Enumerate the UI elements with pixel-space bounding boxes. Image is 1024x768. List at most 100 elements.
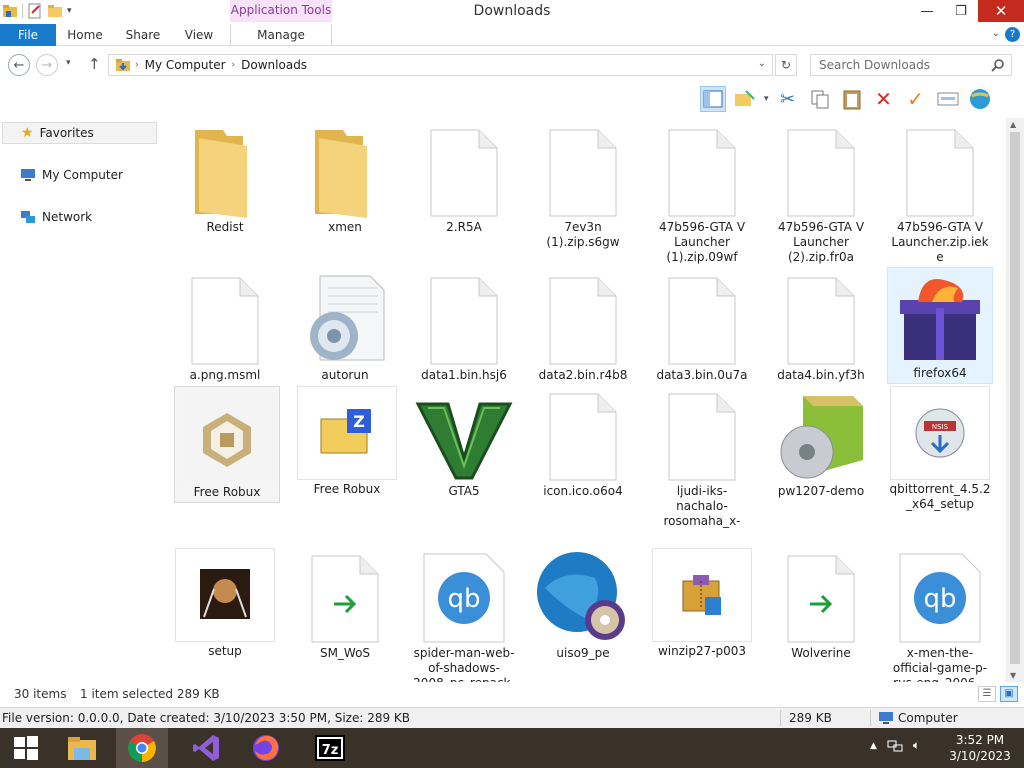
taskbar-visual-studio[interactable] bbox=[180, 728, 232, 768]
show-hidden-icons-chevron-icon[interactable]: ▲ bbox=[870, 741, 877, 751]
breadcrumb-separator-icon: › bbox=[135, 60, 139, 70]
file-item[interactable]: icon.ico.o6o4 bbox=[530, 386, 636, 501]
taskbar-chrome[interactable] bbox=[116, 728, 168, 768]
expand-ribbon-chevron-icon[interactable]: ⌄ bbox=[992, 28, 1000, 39]
recent-locations-chevron-icon[interactable]: ▾ bbox=[66, 58, 71, 68]
tab-file[interactable]: File bbox=[0, 24, 56, 46]
blank-file-icon bbox=[668, 393, 736, 481]
blank-file-icon bbox=[430, 129, 498, 217]
nav-my-computer[interactable]: My Computer bbox=[2, 164, 157, 186]
vertical-scrollbar[interactable]: ▲ ▼ bbox=[1006, 118, 1024, 682]
app-folder-icon[interactable] bbox=[2, 3, 18, 19]
details-view-icon[interactable]: ☰ bbox=[978, 686, 996, 702]
taskbar-firefox[interactable] bbox=[240, 728, 292, 768]
file-item[interactable]: pw1207-demo bbox=[768, 386, 874, 501]
file-item[interactable]: 2.R5A bbox=[411, 122, 517, 237]
refresh-button[interactable]: ↻ bbox=[775, 54, 797, 76]
file-item[interactable]: qb spider-man-web-of-shadows-2008_pc_rep… bbox=[411, 548, 517, 682]
paste-button[interactable] bbox=[839, 86, 865, 112]
file-item[interactable]: Wolverine bbox=[768, 548, 874, 663]
file-item[interactable]: autorun bbox=[292, 270, 398, 385]
file-label: xmen bbox=[328, 220, 362, 234]
up-arrow-icon[interactable]: ↑ bbox=[88, 55, 101, 73]
forward-button[interactable]: → bbox=[36, 54, 58, 76]
blank-file-icon bbox=[668, 129, 736, 217]
file-item[interactable]: Free Robux bbox=[174, 386, 280, 503]
file-item[interactable]: winzip27-p003 bbox=[649, 548, 755, 661]
start-button[interactable] bbox=[0, 728, 52, 768]
file-label: 47b596-GTA V Launcher (2).zip.fr0a bbox=[777, 220, 865, 264]
file-item[interactable]: setup bbox=[172, 548, 278, 661]
file-item[interactable]: SM_WoS bbox=[292, 548, 398, 663]
taskbar-7zip[interactable]: 7z bbox=[304, 728, 356, 768]
scroll-up-arrow-icon[interactable]: ▲ bbox=[1010, 120, 1016, 129]
customize-toolbar-chevron-icon[interactable]: ▾ bbox=[67, 6, 72, 16]
tab-home[interactable]: Home bbox=[60, 24, 110, 46]
select-button[interactable]: ✓ bbox=[903, 86, 929, 112]
new-folder-icon[interactable] bbox=[47, 3, 63, 19]
window-title: Downloads bbox=[473, 3, 551, 19]
folder-options-chevron-icon[interactable]: ▾ bbox=[764, 94, 769, 104]
file-explorer-icon bbox=[68, 737, 96, 760]
help-icon[interactable]: ? bbox=[1005, 27, 1020, 42]
preview-pane-button[interactable] bbox=[700, 86, 726, 112]
minimize-button[interactable]: — bbox=[910, 0, 944, 22]
volume-icon[interactable]: 🔈︎ bbox=[913, 738, 920, 753]
file-item[interactable]: Z Free Robux bbox=[294, 386, 400, 499]
qbittorrent-file-icon: qb bbox=[899, 553, 981, 643]
large-icons-view-icon[interactable]: ▣ bbox=[1000, 686, 1018, 702]
properties-icon[interactable] bbox=[27, 3, 43, 19]
nav-network[interactable]: Network bbox=[2, 206, 157, 228]
breadcrumb-downloads[interactable]: Downloads bbox=[241, 58, 307, 72]
file-item[interactable]: 47b596-GTA V Launcher.zip.ieke bbox=[887, 122, 993, 265]
taskbar-clock[interactable]: 3:52 PM 3/10/2023 bbox=[948, 732, 1012, 764]
blank-file-icon bbox=[668, 277, 736, 365]
file-item[interactable]: ljudi-iks-nachalo-rosomaha_x-men-origins… bbox=[649, 386, 755, 529]
maximize-button[interactable]: ❐ bbox=[944, 0, 978, 22]
system-tray: ▲ 🔈︎ bbox=[870, 738, 920, 753]
close-button[interactable]: ✕ bbox=[978, 0, 1024, 22]
rename-button[interactable] bbox=[935, 86, 961, 112]
copy-button[interactable] bbox=[807, 86, 833, 112]
file-item[interactable]: data1.bin.hsj6 bbox=[411, 270, 517, 385]
file-item-firefox64[interactable]: firefox64 bbox=[887, 267, 993, 384]
file-item[interactable]: GTA5 bbox=[411, 386, 517, 501]
back-arrow-icon: ← bbox=[13, 57, 25, 73]
file-item[interactable]: NSIS qbittorrent_4.5.2_x64_setup bbox=[887, 386, 993, 514]
tab-share[interactable]: Share bbox=[118, 24, 168, 46]
tab-manage[interactable]: Manage bbox=[230, 24, 332, 46]
star-icon: ★ bbox=[21, 125, 34, 141]
file-label: 47b596-GTA V Launcher (1).zip.09wf bbox=[658, 220, 746, 264]
file-item[interactable]: a.png.msml bbox=[172, 270, 278, 385]
file-item[interactable]: 7ev3n (1).zip.s6gw bbox=[530, 122, 636, 252]
file-item[interactable]: 47b596-GTA V Launcher (2).zip.fr0a bbox=[768, 122, 874, 265]
svg-text:qb: qb bbox=[923, 584, 956, 614]
file-item[interactable]: uiso9_pe bbox=[530, 548, 636, 663]
file-item[interactable]: Redist bbox=[172, 122, 278, 237]
breadcrumb-my-computer[interactable]: My Computer bbox=[145, 58, 226, 72]
delete-button[interactable]: ✕ bbox=[871, 86, 897, 112]
address-bar[interactable]: › My Computer › Downloads ⌄ bbox=[108, 54, 773, 76]
file-item[interactable]: data4.bin.yf3h bbox=[768, 270, 874, 385]
taskbar-file-explorer[interactable] bbox=[56, 728, 108, 768]
scroll-down-arrow-icon[interactable]: ▼ bbox=[1010, 671, 1016, 680]
tab-view[interactable]: View bbox=[176, 24, 222, 46]
folder-icon bbox=[315, 130, 367, 218]
file-size: 289 KB bbox=[789, 711, 832, 725]
file-item[interactable]: data3.bin.0u7a bbox=[649, 270, 755, 385]
network-status-icon[interactable] bbox=[887, 739, 903, 753]
file-item[interactable]: qb x-men-the-official-game-p-rus-eng_200… bbox=[887, 548, 993, 682]
network-globe-button[interactable] bbox=[967, 86, 993, 112]
nav-favorites[interactable]: ★ Favorites bbox=[2, 122, 157, 144]
firefox-installer-icon bbox=[900, 278, 980, 360]
folder-options-button[interactable] bbox=[732, 86, 758, 112]
scrollbar-thumb[interactable] bbox=[1010, 132, 1020, 664]
file-item[interactable]: data2.bin.r4b8 bbox=[530, 270, 636, 385]
file-item[interactable]: xmen bbox=[292, 122, 398, 237]
address-history-chevron-icon[interactable]: ⌄ bbox=[758, 58, 766, 69]
file-label: spider-man-web-of-shadows-2008_pc_repack… bbox=[413, 646, 515, 682]
search-input[interactable]: Search Downloads bbox=[810, 54, 1012, 76]
back-button[interactable]: ← bbox=[8, 54, 30, 76]
cut-button[interactable]: ✂ bbox=[775, 86, 801, 112]
file-item[interactable]: 47b596-GTA V Launcher (1).zip.09wf bbox=[649, 122, 755, 265]
